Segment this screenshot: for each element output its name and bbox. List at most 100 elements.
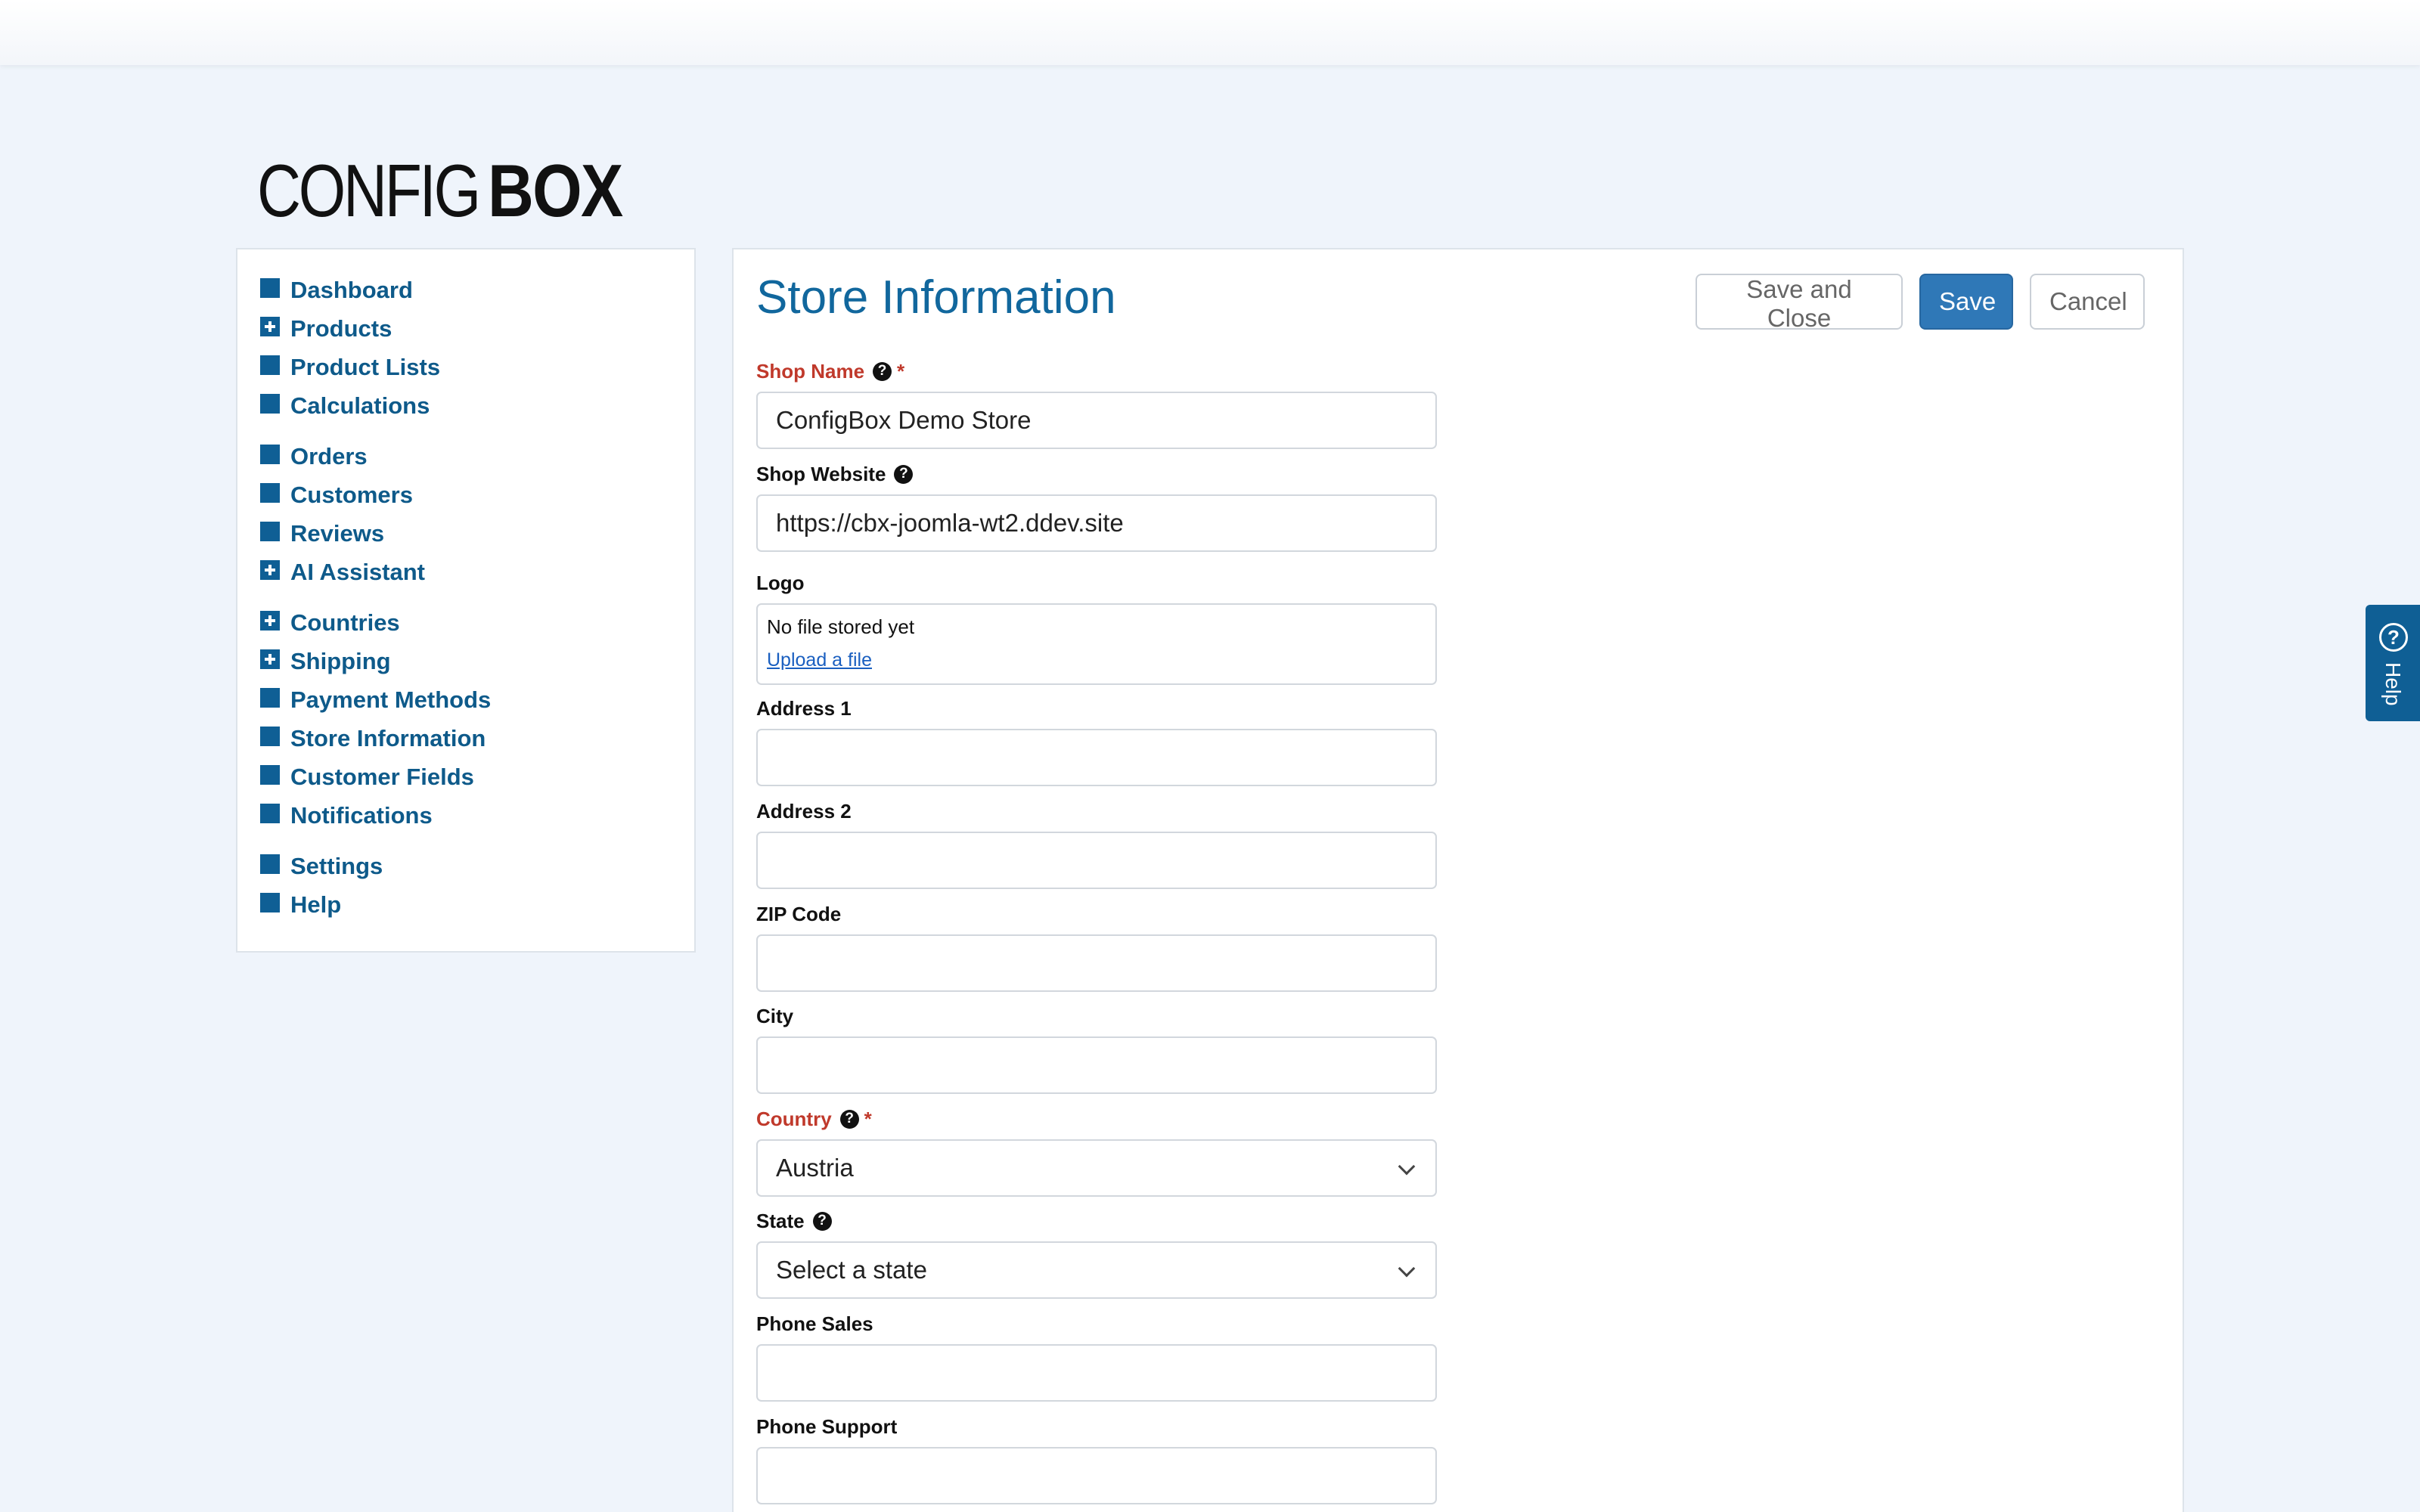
phone-sales-input[interactable] <box>756 1344 1437 1402</box>
help-icon[interactable]: ? <box>839 1109 859 1129</box>
sidebar-item-label: Shipping <box>290 647 391 674</box>
logo-upload-box: No file stored yet Upload a file <box>756 603 1437 685</box>
sidebar-item-label: Countries <box>290 609 400 636</box>
logo-status-text: No file stored yet <box>767 615 915 638</box>
square-bullet-icon <box>260 482 280 503</box>
square-bullet-icon <box>260 892 280 912</box>
shop-name-input[interactable]: ConfigBox Demo Store <box>756 392 1437 449</box>
sidebar-item-calculations[interactable]: Calculations <box>260 386 694 425</box>
chevron-down-icon <box>1398 1259 1416 1278</box>
country-field: Country ? * Austria <box>756 1106 1437 1197</box>
required-mark: * <box>897 359 905 383</box>
sidebar-item-product-lists[interactable]: Product Lists <box>260 348 694 386</box>
address1-input[interactable] <box>756 729 1437 786</box>
city-field: City <box>756 1003 1437 1094</box>
square-bullet-icon <box>260 355 280 375</box>
save-and-close-button[interactable]: Save and Close <box>1696 274 1903 332</box>
sidebar-item-label: Help <box>290 891 342 918</box>
sidebar-item-label: Calculations <box>290 392 430 419</box>
shop-name-field: Shop Name ? * ConfigBox Demo Store <box>756 358 1437 449</box>
phone-support-field: Phone Support <box>756 1414 1437 1504</box>
sidebar-item-label: Reviews <box>290 519 385 547</box>
save-button[interactable]: Save <box>1919 274 2013 330</box>
sidebar-item-label: AI Assistant <box>290 558 426 585</box>
sidebar-item-label: Orders <box>290 442 368 469</box>
shop-name-label: Shop Name ? * <box>756 359 905 383</box>
shop-website-input[interactable]: https://cbx-joomla-wt2.ddev.site <box>756 494 1437 552</box>
sidebar-item-customers[interactable]: Customers <box>260 476 694 514</box>
expand-plus-icon[interactable] <box>260 649 280 669</box>
address2-input[interactable] <box>756 832 1437 889</box>
shop-website-label: Shop Website ? <box>756 461 1437 487</box>
zip-code-input[interactable] <box>756 934 1437 992</box>
sidebar-group: Dashboard Products Product Lists Calculatio… <box>260 271 694 425</box>
sidebar-item-customer-fields[interactable]: Customer Fields <box>260 758 694 796</box>
sidebar-group: Orders Customers Reviews AI Assistant <box>260 437 694 591</box>
address2-field: Address 2 <box>756 798 1437 889</box>
help-icon[interactable]: ? <box>873 361 892 381</box>
state-select[interactable]: Select a state <box>756 1241 1437 1299</box>
sidebar-item-shipping[interactable]: Shipping <box>260 642 694 680</box>
top-bar <box>0 0 2420 65</box>
sidebar-item-store-information[interactable]: Store Information <box>260 719 694 758</box>
country-selected-value: Austria <box>776 1154 854 1182</box>
expand-plus-icon[interactable] <box>260 559 280 580</box>
square-bullet-icon <box>260 687 280 708</box>
city-label: City <box>756 1004 794 1027</box>
square-bullet-icon <box>260 764 280 785</box>
sidebar-item-ai-assistant[interactable]: AI Assistant <box>260 553 694 591</box>
upload-file-link[interactable]: Upload a file <box>767 649 872 671</box>
help-icon[interactable]: ? <box>812 1211 832 1231</box>
zip-code-label: ZIP Code <box>756 902 842 925</box>
phone-support-input[interactable] <box>756 1447 1437 1504</box>
main-panel: Store Information Save and Close Save Ca… <box>732 248 2184 1512</box>
help-side-tab[interactable]: ? Help <box>2366 605 2420 721</box>
sidebar-group: Countries Shipping Payment Methods Store In… <box>260 603 694 835</box>
country-select[interactable]: Austria <box>756 1139 1437 1197</box>
configbox-logo: CONFIG BOX <box>257 151 644 230</box>
sidebar-item-label: Dashboard <box>290 276 413 303</box>
country-label: Country ? * <box>756 1107 872 1130</box>
address1-label: Address 1 <box>756 696 852 720</box>
sidebar-item-label: Notifications <box>290 801 433 829</box>
square-bullet-icon <box>260 393 280 414</box>
state-label: State ? <box>756 1208 1437 1234</box>
phone-sales-field: Phone Sales <box>756 1311 1437 1402</box>
address2-label: Address 2 <box>756 799 852 823</box>
phone-sales-label: Phone Sales <box>756 1312 873 1335</box>
logo-text-bold: BOX <box>488 149 623 232</box>
square-bullet-icon <box>260 521 280 541</box>
sidebar-item-payment-methods[interactable]: Payment Methods <box>260 680 694 719</box>
state-field: State ? Select a state <box>756 1208 1437 1299</box>
sidebar-group: Settings Help <box>260 847 694 924</box>
expand-plus-icon[interactable] <box>260 316 280 336</box>
logo-field: Logo No file stored yet Upload a file <box>756 570 1437 685</box>
help-icon[interactable]: ? <box>894 464 914 484</box>
zip-code-field: ZIP Code <box>756 901 1437 992</box>
sidebar-item-notifications[interactable]: Notifications <box>260 796 694 835</box>
expand-plus-icon[interactable] <box>260 610 280 631</box>
cancel-button[interactable]: Cancel <box>2030 274 2145 330</box>
square-bullet-icon <box>260 444 280 464</box>
state-selected-value: Select a state <box>776 1256 927 1284</box>
sidebar-item-products[interactable]: Products <box>260 309 694 348</box>
square-bullet-icon <box>260 803 280 823</box>
sidebar-item-countries[interactable]: Countries <box>260 603 694 642</box>
square-bullet-icon <box>260 854 280 874</box>
square-bullet-icon <box>260 277 280 298</box>
page-title: Store Information <box>756 271 1116 324</box>
sidebar-item-label: Payment Methods <box>290 686 492 713</box>
sidebar-item-label: Settings <box>290 852 383 879</box>
logo-text-light: CONFIG <box>257 149 481 232</box>
sidebar-item-label: Products <box>290 314 392 342</box>
address1-field: Address 1 <box>756 696 1437 786</box>
city-input[interactable] <box>756 1036 1437 1094</box>
sidebar-item-help[interactable]: Help <box>260 885 694 924</box>
question-circle-icon: ? <box>2379 623 2408 652</box>
help-tab-label: Help <box>2381 662 2405 706</box>
sidebar-item-dashboard[interactable]: Dashboard <box>260 271 694 309</box>
sidebar-item-reviews[interactable]: Reviews <box>260 514 694 553</box>
sidebar-item-settings[interactable]: Settings <box>260 847 694 885</box>
sidebar-item-label: Product Lists <box>290 353 441 380</box>
sidebar-item-orders[interactable]: Orders <box>260 437 694 476</box>
